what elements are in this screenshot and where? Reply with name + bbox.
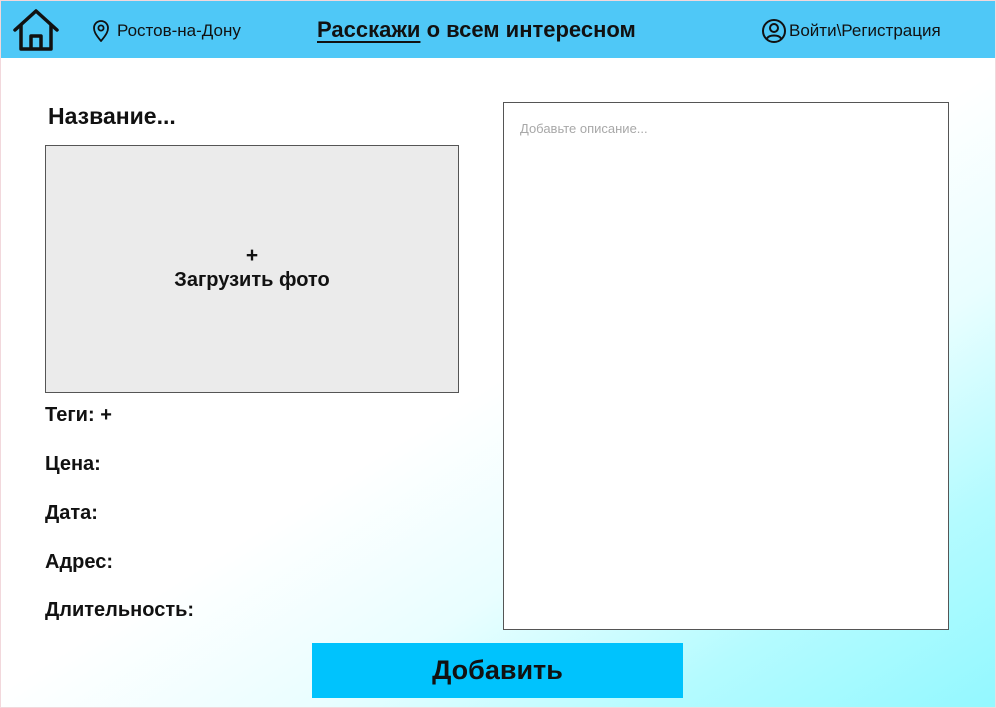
city-selector[interactable]: Ростов-на-Дону [91, 19, 241, 43]
site-title-rest: о всем интересном [420, 17, 636, 42]
add-tag-button[interactable]: + [100, 404, 112, 426]
user-circle-icon [762, 19, 786, 43]
address-field[interactable]: Адрес: [45, 551, 113, 574]
duration-field[interactable]: Длительность: [45, 599, 194, 622]
tags-label: Теги: [45, 404, 95, 426]
date-field[interactable]: Дата: [45, 502, 98, 525]
site-title: Расскажи о всем интересном [317, 17, 636, 43]
top-bar: Ростов-на-Дону Расскажи о всем интересно… [1, 1, 995, 58]
event-name-input[interactable]: Название... [48, 103, 176, 130]
plus-icon: + [245, 244, 259, 267]
map-pin-icon [93, 20, 109, 42]
home-icon [13, 9, 59, 51]
add-button[interactable]: Добавить [312, 643, 683, 698]
site-title-highlight: Расскажи [317, 17, 421, 42]
home-button[interactable] [11, 7, 61, 53]
description-textarea[interactable] [503, 102, 949, 630]
tags-field: Теги: + [45, 404, 112, 427]
price-field[interactable]: Цена: [45, 453, 101, 476]
upload-photo-label: Загрузить фото [174, 269, 330, 291]
login-register-link[interactable]: Войти\Регистрация [761, 18, 941, 44]
upload-photo-button[interactable]: + Загрузить фото [45, 145, 459, 393]
city-name: Ростов-на-Дону [117, 21, 241, 40]
login-label: Войти\Регистрация [789, 21, 941, 40]
page: Ростов-на-Дону Расскажи о всем интересно… [0, 0, 996, 708]
